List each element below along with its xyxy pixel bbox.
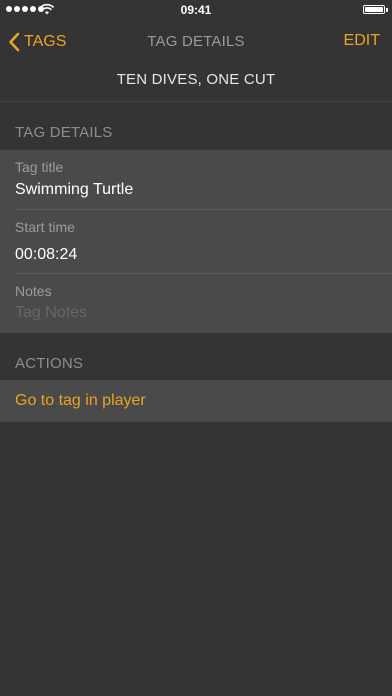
tag-title-field[interactable]: Swimming Turtle [15,181,133,199]
page-title: TAG DETAILS [147,33,245,50]
tag-title-row[interactable]: Tag title Swimming Turtle [0,150,392,209]
section-header-tag-details: TAG DETAILS [15,124,113,141]
start-time-row[interactable]: Start time 00:08:24 [0,210,392,273]
tag-details-group: Tag title Swimming Turtle Start time 00:… [0,150,392,333]
battery-tip [386,8,388,12]
status-time: 09:41 [180,3,212,17]
notes-label: Notes [15,283,52,299]
status-bar: 09:41 [0,0,392,20]
go-to-player-button[interactable]: Go to tag in player [15,392,146,410]
battery-icon [363,5,385,14]
tag-title-label: Tag title [15,159,64,175]
section-header-actions: ACTIONS [15,355,84,372]
edit-button[interactable]: EDIT [344,32,380,50]
notes-row[interactable]: Notes Tag Notes [0,274,392,333]
actions-group: Go to tag in player [0,380,392,422]
start-time-field[interactable]: 00:08:24 [15,246,77,264]
divider [0,101,392,102]
notes-field[interactable]: Tag Notes [15,304,87,322]
start-time-label: Start time [15,219,75,235]
navigation-bar: TAGS TAG DETAILS EDIT [0,20,392,64]
screen: 09:41 TAGS TAG DETAILS EDIT TEN DIVES, O… [0,0,392,696]
video-title: TEN DIVES, ONE CUT [116,71,276,88]
